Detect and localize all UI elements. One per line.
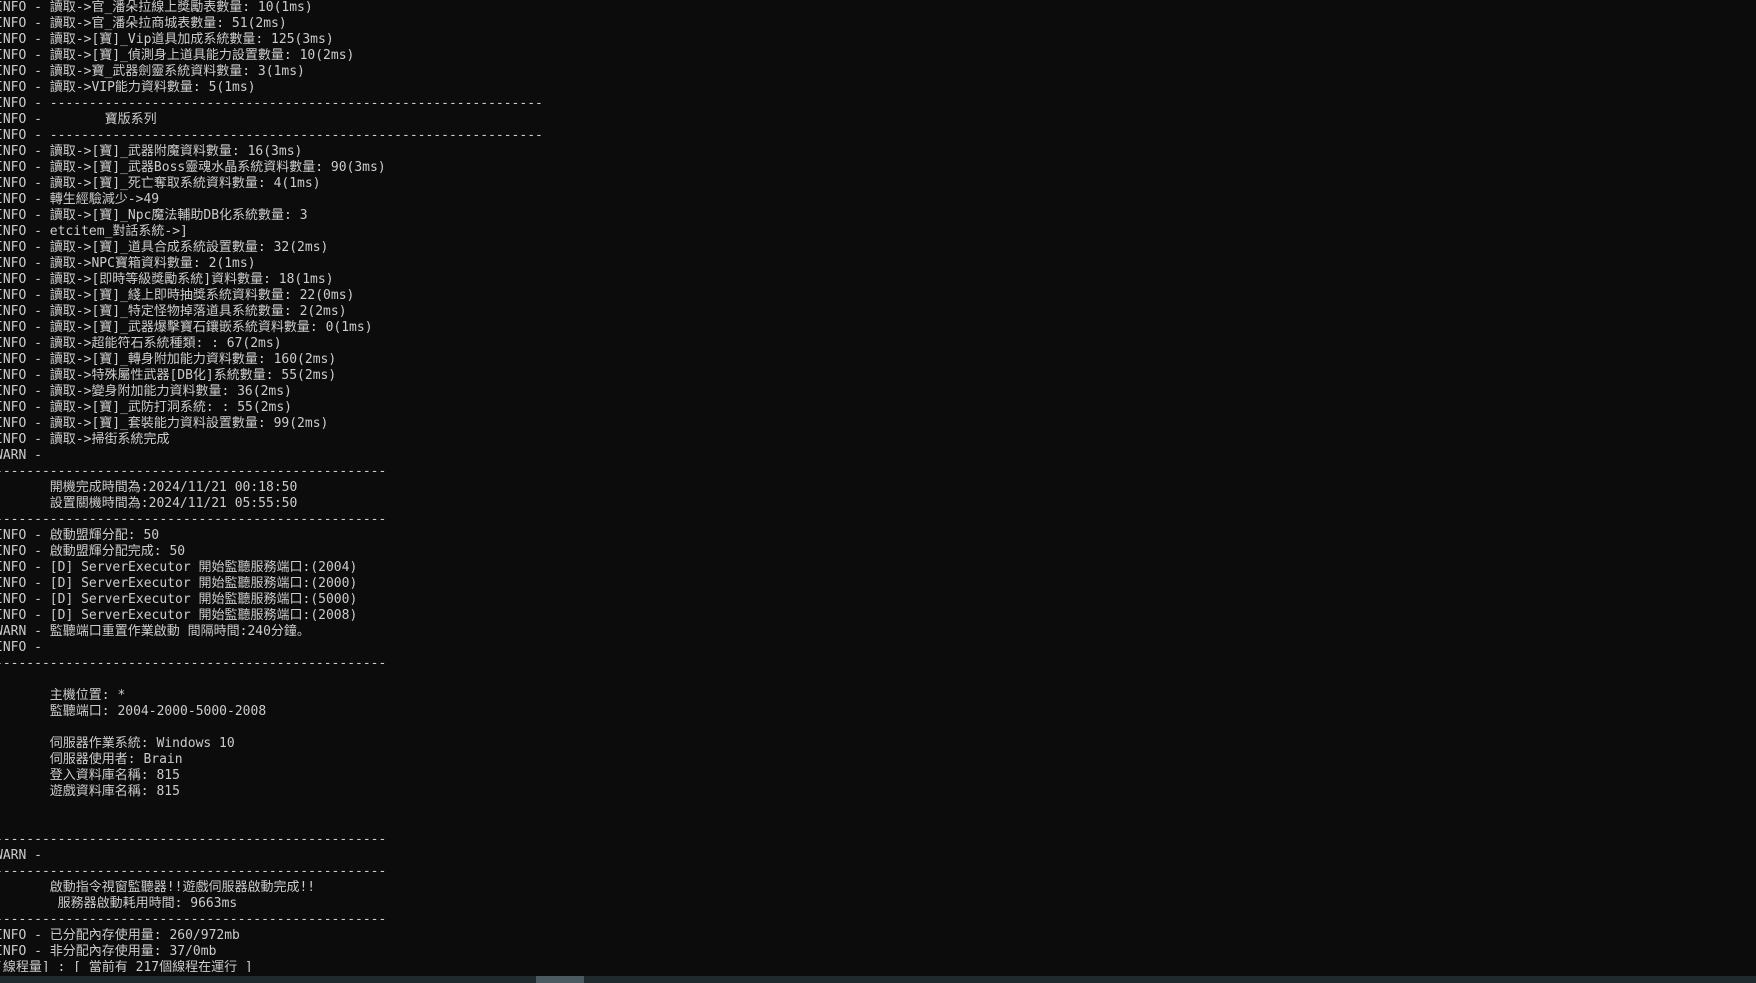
console-window[interactable]: INFO - 讀取->官_潘朵拉線上獎勵表數量: 10(1ms) INFO - 讀… xyxy=(0,0,1756,972)
console-line: INFO - 讀取->[寶]_套裝能力資料設置數量: 99(2ms) xyxy=(0,416,329,431)
console-line: INFO - 讀取->[寶]_武防打洞系統: : 55(2ms) xyxy=(0,400,293,415)
console-line: INFO - 啟動盟輝分配完成: 50 xyxy=(0,544,186,559)
console-line: 伺服器使用者: Brain xyxy=(0,752,183,767)
console-line: INFO - [D] ServerExecutor 開始監聽服務端口:(2004… xyxy=(0,560,358,575)
console-line: INFO - 讀取->[寶]_武器Boss靈魂水晶系統資料數量: 90(3ms) xyxy=(0,160,386,175)
console-line: INFO - 讀取->[寶]_武器附魔資料數量: 16(3ms) xyxy=(0,144,303,159)
console-line: INFO - 啟動盟輝分配: 50 xyxy=(0,528,160,543)
console-line: INFO - 讀取->[即時等級獎勵系統]資料數量: 18(1ms) xyxy=(0,272,334,287)
console-line: INFO - [D] ServerExecutor 開始監聽服務端口:(2008… xyxy=(0,608,358,623)
console-line: INFO - 讀取->[寶]_轉身附加能力資料數量: 160(2ms) xyxy=(0,352,337,367)
console-line: 啟動指令視窗監聽器!!遊戲伺服器啟動完成!! xyxy=(0,880,316,895)
console-line: WARN - 監聽端口重置作業啟動 間隔時間:240分鐘。 xyxy=(0,624,310,639)
console-line: ----------------------------------------… xyxy=(0,912,387,927)
console-line: INFO - 讀取->[寶]_Npc魔法輔助DB化系統數量: 3 xyxy=(0,208,308,223)
console-line: INFO - [D] ServerExecutor 開始監聽服務端口:(2000… xyxy=(0,576,358,591)
console-line: 監聽端口: 2004-2000-5000-2008 xyxy=(0,704,267,719)
console-line: 開機完成時間為:2024/11/21 00:18:50 xyxy=(0,480,298,495)
console-line: INFO - 讀取->[寶]_道具合成系統設置數量: 32(2ms) xyxy=(0,240,329,255)
console-line: INFO - 讀取->[寶]_死亡奪取系統資料數量: 4(1ms) xyxy=(0,176,321,191)
horizontal-scrollbar[interactable] xyxy=(0,976,1756,983)
console-line: INFO - 轉生經驗減少->49 xyxy=(0,192,160,207)
console-line: INFO - 讀取->NPC寶箱資料數量: 2(1ms) xyxy=(0,256,256,271)
console-line: INFO - 讀取->[寶]_武器爆擊寶石鑲嵌系統資料數量: 0(1ms) xyxy=(0,320,373,335)
console-line: INFO - 已分配內存使用量: 260/972mb xyxy=(0,928,240,943)
console-line: INFO - ---------------------------------… xyxy=(0,96,543,111)
console-line: ----------------------------------------… xyxy=(0,832,387,847)
console-line: WARN - xyxy=(0,848,42,863)
console-line: ----------------------------------------… xyxy=(0,656,387,671)
console-line: 遊戲資料庫名稱: 815 xyxy=(0,784,180,799)
console-line: INFO - 非分配內存使用量: 37/0mb xyxy=(0,944,217,959)
console-line: ----------------------------------------… xyxy=(0,512,387,527)
console-line: 登入資料庫名稱: 815 xyxy=(0,768,180,783)
console-line: INFO - 讀取->超能符石系統種類: : 67(2ms) xyxy=(0,336,282,351)
console-line: INFO - 讀取->[寶]_特定怪物掉落道具系統數量: 2(2ms) xyxy=(0,304,347,319)
console-line: INFO - 寶版系列 xyxy=(0,112,157,127)
console-line: 服務器啟動耗用時間: 9663ms xyxy=(0,896,238,911)
console-line: INFO - ---------------------------------… xyxy=(0,128,543,143)
console-line: INFO - etcitem_對話系統->] xyxy=(0,224,188,239)
console-line: 主機位置: * xyxy=(0,688,126,703)
console-line: INFO - 讀取->變身附加能力資料數量: 36(2ms) xyxy=(0,384,292,399)
console-line: INFO - 讀取->寶_武器劍靈系統資料數量: 3(1ms) xyxy=(0,64,305,79)
console-output: INFO - 讀取->官_潘朵拉線上獎勵表數量: 10(1ms) INFO - 讀… xyxy=(0,0,543,972)
console-line: INFO - 讀取->[寶]_偵測身上道具能力設置數量: 10(2ms) xyxy=(0,48,355,63)
console-line: INFO - 讀取->官_潘朵拉線上獎勵表數量: 10(1ms) xyxy=(0,0,313,15)
console-line: [線程量] : [ 當前有 217個線程在運行 ] xyxy=(0,960,253,972)
console-line: INFO - 讀取->官_潘朵拉商城表數量: 51(2ms) xyxy=(0,16,287,31)
scrollbar-thumb[interactable] xyxy=(536,976,584,983)
console-line: ----------------------------------------… xyxy=(0,464,387,479)
console-line: 伺服器作業系統: Windows 10 xyxy=(0,736,235,751)
console-line: 設置關機時間為:2024/11/21 05:55:50 xyxy=(0,496,298,511)
console-line: INFO - 讀取->[寶]_綫上即時抽獎系統資料數量: 22(0ms) xyxy=(0,288,355,303)
console-line: INFO - 讀取->VIP能力資料數量: 5(1ms) xyxy=(0,80,256,95)
console-line: WARN - xyxy=(0,448,42,463)
console-line: INFO - [D] ServerExecutor 開始監聽服務端口:(5000… xyxy=(0,592,358,607)
console-line: INFO - 讀取->掃街系統完成 xyxy=(0,432,170,447)
console-line: INFO - 讀取->特殊屬性武器[DB化]系統數量: 55(2ms) xyxy=(0,368,337,383)
console-line: ----------------------------------------… xyxy=(0,864,387,879)
console-line: INFO - xyxy=(0,640,42,655)
console-line: INFO - 讀取->[寶]_Vip道具加成系統數量: 125(3ms) xyxy=(0,32,334,47)
